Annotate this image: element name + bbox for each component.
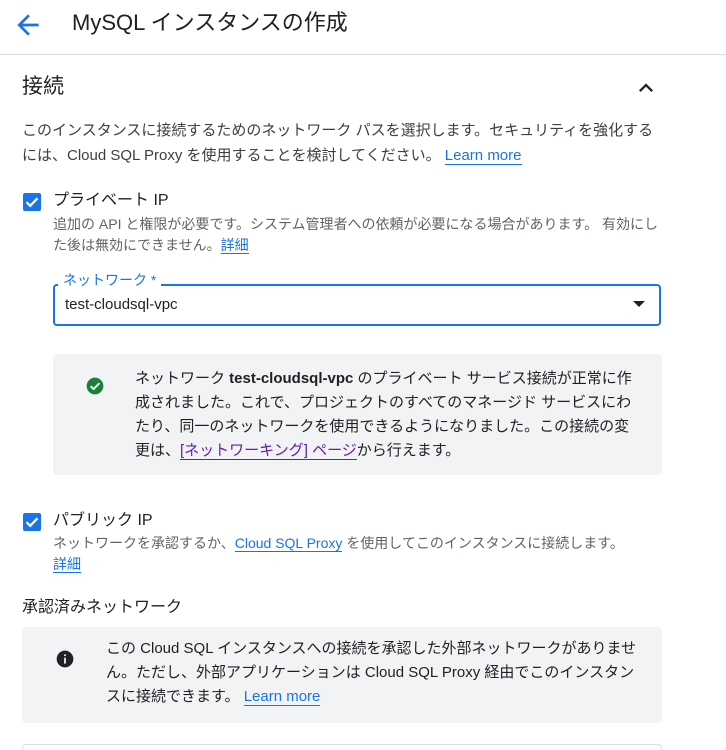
networking-page-link[interactable]: [ネットワーキング] ページ (180, 442, 357, 460)
private-ip-helper: 追加の API と権限が必要です。システム管理者への依頼が必要になる場合がありま… (53, 216, 659, 254)
check-circle-icon (86, 377, 104, 395)
cloud-sql-proxy-link[interactable]: Cloud SQL Proxy (234, 535, 343, 552)
authorized-networks-title: 承認済みネットワーク (22, 599, 183, 616)
network-select[interactable]: test-cloudsql-vpc (53, 284, 661, 326)
network-select-value: test-cloudsql-vpc (65, 296, 178, 313)
page-title: MySQL インスタンスの作成 (72, 10, 348, 35)
network-select-label: ネットワーク * (58, 271, 162, 289)
section-description: このインスタンスに接続するためのネットワーク パスを選択します。セキュリティを強… (22, 122, 654, 165)
success-callout: ネットワーク test-cloudsql-vpc のプライベート サービス接続が… (53, 354, 662, 475)
next-panel-edge (22, 744, 662, 750)
public-ip-label: パブリック IP (53, 512, 153, 529)
authorized-networks-learn-more-link[interactable]: Learn more (243, 688, 321, 706)
checkmark-icon (25, 197, 39, 208)
arrow-back-icon (17, 14, 39, 36)
success-callout-text: ネットワーク test-cloudsql-vpc のプライベート サービス接続が… (135, 370, 632, 460)
private-ip-checkbox[interactable] (23, 193, 41, 211)
info-callout: この Cloud SQL インスタンスへの接続を承認した外部ネットワークがありま… (22, 627, 662, 723)
public-ip-details-link[interactable]: 詳細 (53, 556, 81, 573)
back-button[interactable] (12, 9, 44, 41)
page-header: MySQL インスタンスの作成 (0, 0, 726, 55)
chevron-up-icon (639, 83, 653, 92)
public-ip-helper: ネットワークを承認するか、Cloud SQL Proxy を使用してこのインスタ… (53, 535, 624, 573)
info-callout-text: この Cloud SQL インスタンスへの接続を承認した外部ネットワークがありま… (106, 640, 637, 706)
info-icon (56, 650, 74, 668)
network-name: test-cloudsql-vpc (229, 370, 354, 387)
dropdown-arrow-icon (633, 301, 645, 307)
checkmark-icon (25, 517, 39, 528)
private-ip-details-link[interactable]: 詳細 (220, 237, 249, 254)
learn-more-link[interactable]: Learn more (444, 147, 522, 165)
private-ip-label: プライベート IP (53, 192, 169, 209)
public-ip-checkbox[interactable] (23, 513, 41, 531)
section-title: 接続 (22, 75, 64, 98)
collapse-section-button[interactable] (632, 74, 660, 102)
